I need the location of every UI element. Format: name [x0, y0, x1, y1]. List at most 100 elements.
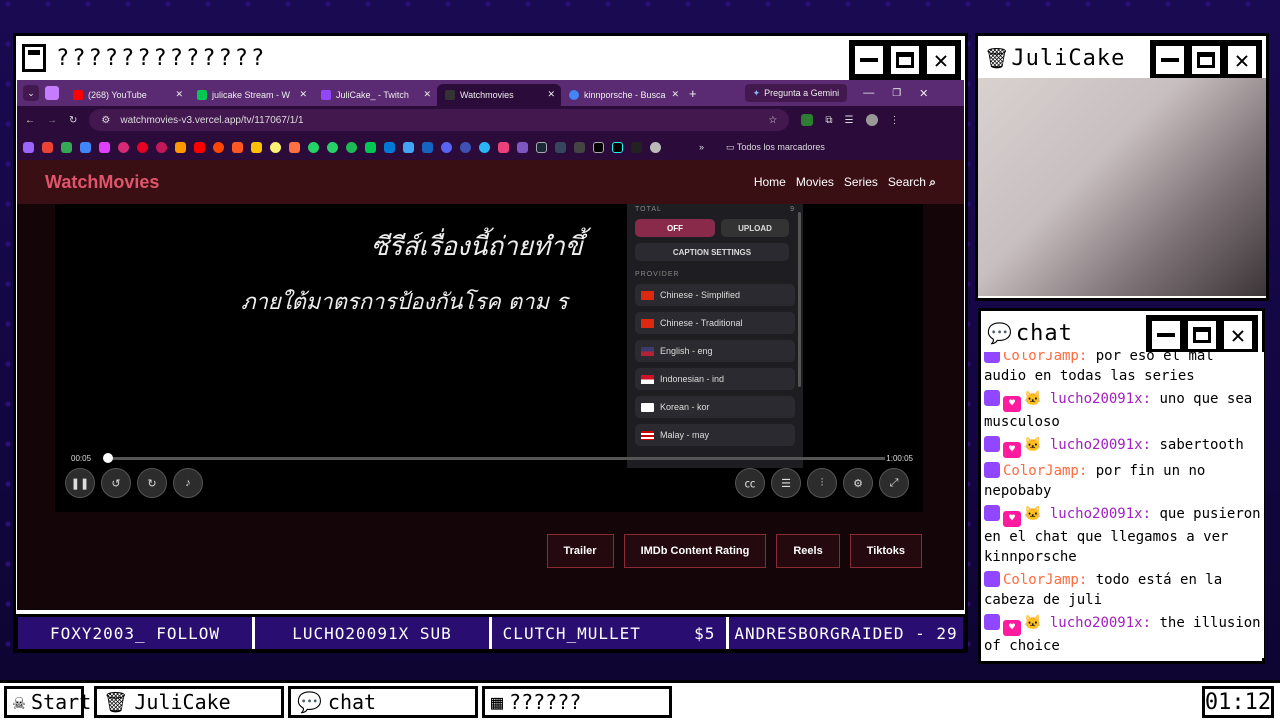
- main-window-titlebar[interactable]: ?????????????: [16, 36, 965, 80]
- captions-off-button[interactable]: OFF: [635, 219, 715, 237]
- bookmark-icon[interactable]: [498, 141, 509, 153]
- bookmark-icon[interactable]: [251, 141, 262, 153]
- window-close-icon[interactable]: ✕: [919, 87, 928, 100]
- tab-google[interactable]: kinnporsche - Busca ✕: [561, 84, 685, 106]
- tab-close-icon[interactable]: ✕: [423, 89, 431, 100]
- taskbar-item-julicake[interactable]: 🗑 JuliCake: [94, 685, 284, 718]
- tab-youtube[interactable]: (268) YouTube ✕: [65, 84, 189, 106]
- reels-button[interactable]: Reels: [776, 534, 840, 568]
- tab-watchmovies[interactable]: Watchmovies ✕: [437, 84, 561, 106]
- trailer-button[interactable]: Trailer: [546, 534, 614, 568]
- extension-badge-icon[interactable]: [801, 114, 814, 126]
- minimize-button[interactable]: [852, 43, 886, 77]
- tab-close-icon[interactable]: ✕: [175, 89, 183, 100]
- provider-item[interactable]: Chinese - Traditional: [635, 312, 795, 334]
- provider-item[interactable]: English - eng: [635, 340, 795, 362]
- nav-series[interactable]: Series: [844, 175, 878, 189]
- bookmark-icon[interactable]: [23, 141, 34, 153]
- profile-avatar-icon[interactable]: [865, 114, 878, 126]
- kebab-menu-icon[interactable]: ⋮: [890, 115, 900, 126]
- start-button[interactable]: ☠ Start: [4, 685, 91, 718]
- settings-button[interactable]: ⚙: [843, 468, 873, 498]
- minimize-button[interactable]: [1149, 318, 1183, 352]
- bookmark-icon[interactable]: [61, 141, 72, 153]
- video-player[interactable]: ซีรีส์เรื่องนี้ถ่ายทำขึ้ ภายใต้มาตรการป้…: [55, 204, 923, 512]
- provider-item[interactable]: Indonesian - ind: [635, 368, 795, 390]
- provider-item[interactable]: Korean - kor: [635, 396, 795, 418]
- site-logo[interactable]: WatchMovies: [45, 172, 159, 193]
- bookmark-icon[interactable]: [650, 141, 661, 153]
- reddit-icon[interactable]: [213, 141, 224, 153]
- window-minimize-icon[interactable]: —: [863, 87, 874, 99]
- captions-scrollbar[interactable]: [798, 212, 801, 387]
- taskbar-item-main[interactable]: ▦??????: [482, 685, 672, 718]
- bookmark-icon[interactable]: [422, 141, 433, 153]
- reload-icon[interactable]: ↻: [69, 115, 77, 126]
- youtube-icon[interactable]: [194, 141, 205, 153]
- site-info-icon[interactable]: ⚙: [101, 115, 110, 126]
- bookmark-icon[interactable]: [99, 141, 110, 153]
- captions-button[interactable]: ㏄: [735, 468, 765, 498]
- whatsapp-icon[interactable]: [308, 141, 319, 153]
- provider-item[interactable]: Chinese - Simplified: [635, 284, 795, 306]
- extensions-icon[interactable]: ⧉: [825, 115, 832, 126]
- bookmark-icon[interactable]: [270, 141, 281, 153]
- nav-movies[interactable]: Movies: [796, 175, 834, 189]
- address-bar[interactable]: ⚙ watchmovies-v3.vercel.app/tv/117067/1/…: [89, 109, 790, 131]
- new-tab-icon[interactable]: +: [689, 86, 697, 101]
- episodes-button[interactable]: ☰: [771, 468, 801, 498]
- bookmark-star-icon[interactable]: ☆: [768, 115, 777, 126]
- bookmark-icon[interactable]: [80, 141, 91, 153]
- gemini-button[interactable]: ✦ Pregunta a Gemini: [744, 84, 848, 102]
- taskbar-item-chat[interactable]: 💬 chat: [288, 685, 478, 718]
- settings-sliders-icon[interactable]: ☰: [845, 115, 854, 126]
- provider-item[interactable]: Malay - may: [635, 424, 795, 446]
- discord-icon[interactable]: [441, 141, 452, 153]
- bookmark-icon[interactable]: [289, 141, 300, 153]
- volume-button[interactable]: ♪: [173, 468, 203, 498]
- back-icon[interactable]: ←: [25, 115, 35, 126]
- steam-icon[interactable]: [536, 141, 547, 153]
- bookmarks-overflow-icon[interactable]: »: [699, 142, 704, 152]
- audio-settings-button[interactable]: ⫶: [807, 468, 837, 498]
- forward-10-button[interactable]: ↻: [137, 468, 167, 498]
- bookmark-icon[interactable]: [460, 141, 471, 153]
- pinterest-icon[interactable]: [137, 141, 148, 153]
- all-bookmarks-button[interactable]: ▭ Todos los marcadores: [726, 142, 825, 153]
- progress-bar[interactable]: [105, 457, 885, 460]
- maximize-button[interactable]: [1185, 318, 1219, 352]
- close-button[interactable]: ✕: [1221, 318, 1255, 352]
- window-restore-icon[interactable]: ❐: [892, 88, 901, 99]
- imdb-rating-button[interactable]: IMDb Content Rating: [623, 534, 767, 568]
- bookmark-icon[interactable]: [403, 141, 414, 153]
- gmail-icon[interactable]: [42, 141, 53, 153]
- outlook-icon[interactable]: [384, 141, 395, 153]
- tab-close-icon[interactable]: ✕: [299, 89, 307, 100]
- tumblr-icon[interactable]: [555, 141, 566, 153]
- tab-kick[interactable]: julicake Stream - W ✕: [189, 84, 313, 106]
- spotify-icon[interactable]: [346, 141, 357, 153]
- captions-upload-button[interactable]: UPLOAD: [721, 219, 789, 237]
- bookmark-icon[interactable]: [479, 141, 490, 153]
- whatsapp-web-icon[interactable]: [327, 141, 338, 153]
- instagram-icon[interactable]: [118, 141, 129, 153]
- bookmark-icon[interactable]: [517, 141, 528, 153]
- fullscreen-button[interactable]: ⤢: [879, 468, 909, 498]
- rewind-10-button[interactable]: ↺: [101, 468, 131, 498]
- x-icon[interactable]: [593, 141, 604, 153]
- tab-close-icon[interactable]: ✕: [547, 89, 555, 100]
- profile-icon[interactable]: [45, 86, 59, 100]
- bookmark-icon[interactable]: [574, 141, 585, 153]
- progress-handle[interactable]: [103, 453, 113, 463]
- nav-home[interactable]: Home: [754, 175, 786, 189]
- forward-icon[interactable]: →: [47, 115, 57, 126]
- nav-search[interactable]: Search ⌕: [888, 175, 936, 190]
- minimize-button[interactable]: [1153, 43, 1187, 77]
- tiktok-icon[interactable]: [612, 141, 623, 153]
- caption-settings-button[interactable]: CAPTION SETTINGS: [635, 243, 789, 261]
- kick-icon[interactable]: [365, 141, 376, 153]
- bookmark-icon[interactable]: [232, 141, 243, 153]
- close-button[interactable]: ✕: [1225, 43, 1259, 77]
- bookmark-icon[interactable]: [156, 141, 167, 153]
- tiktoks-button[interactable]: Tiktoks: [849, 534, 922, 568]
